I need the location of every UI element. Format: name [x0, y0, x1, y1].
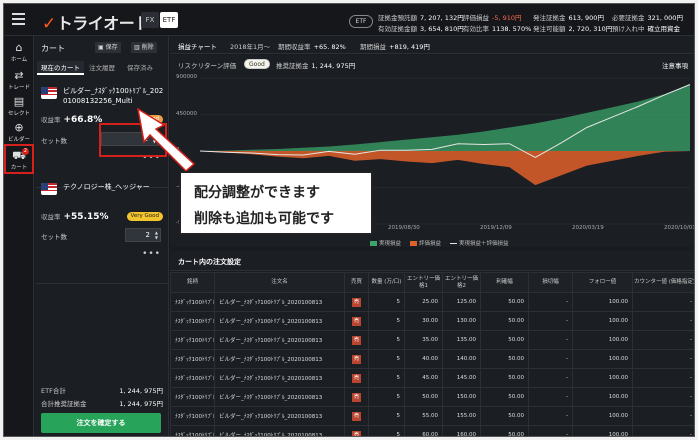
callout-line-1: 配分調整ができます	[194, 185, 320, 201]
app-window: ✓トライオート FX ETF ETF 証拠金預託額 7, 207, 132円 評価…	[3, 3, 695, 437]
annotation-callout: 配分調整ができます 削除も追加も可能です	[179, 171, 373, 235]
callout-line-2: 削除も追加も可能です	[194, 211, 334, 227]
